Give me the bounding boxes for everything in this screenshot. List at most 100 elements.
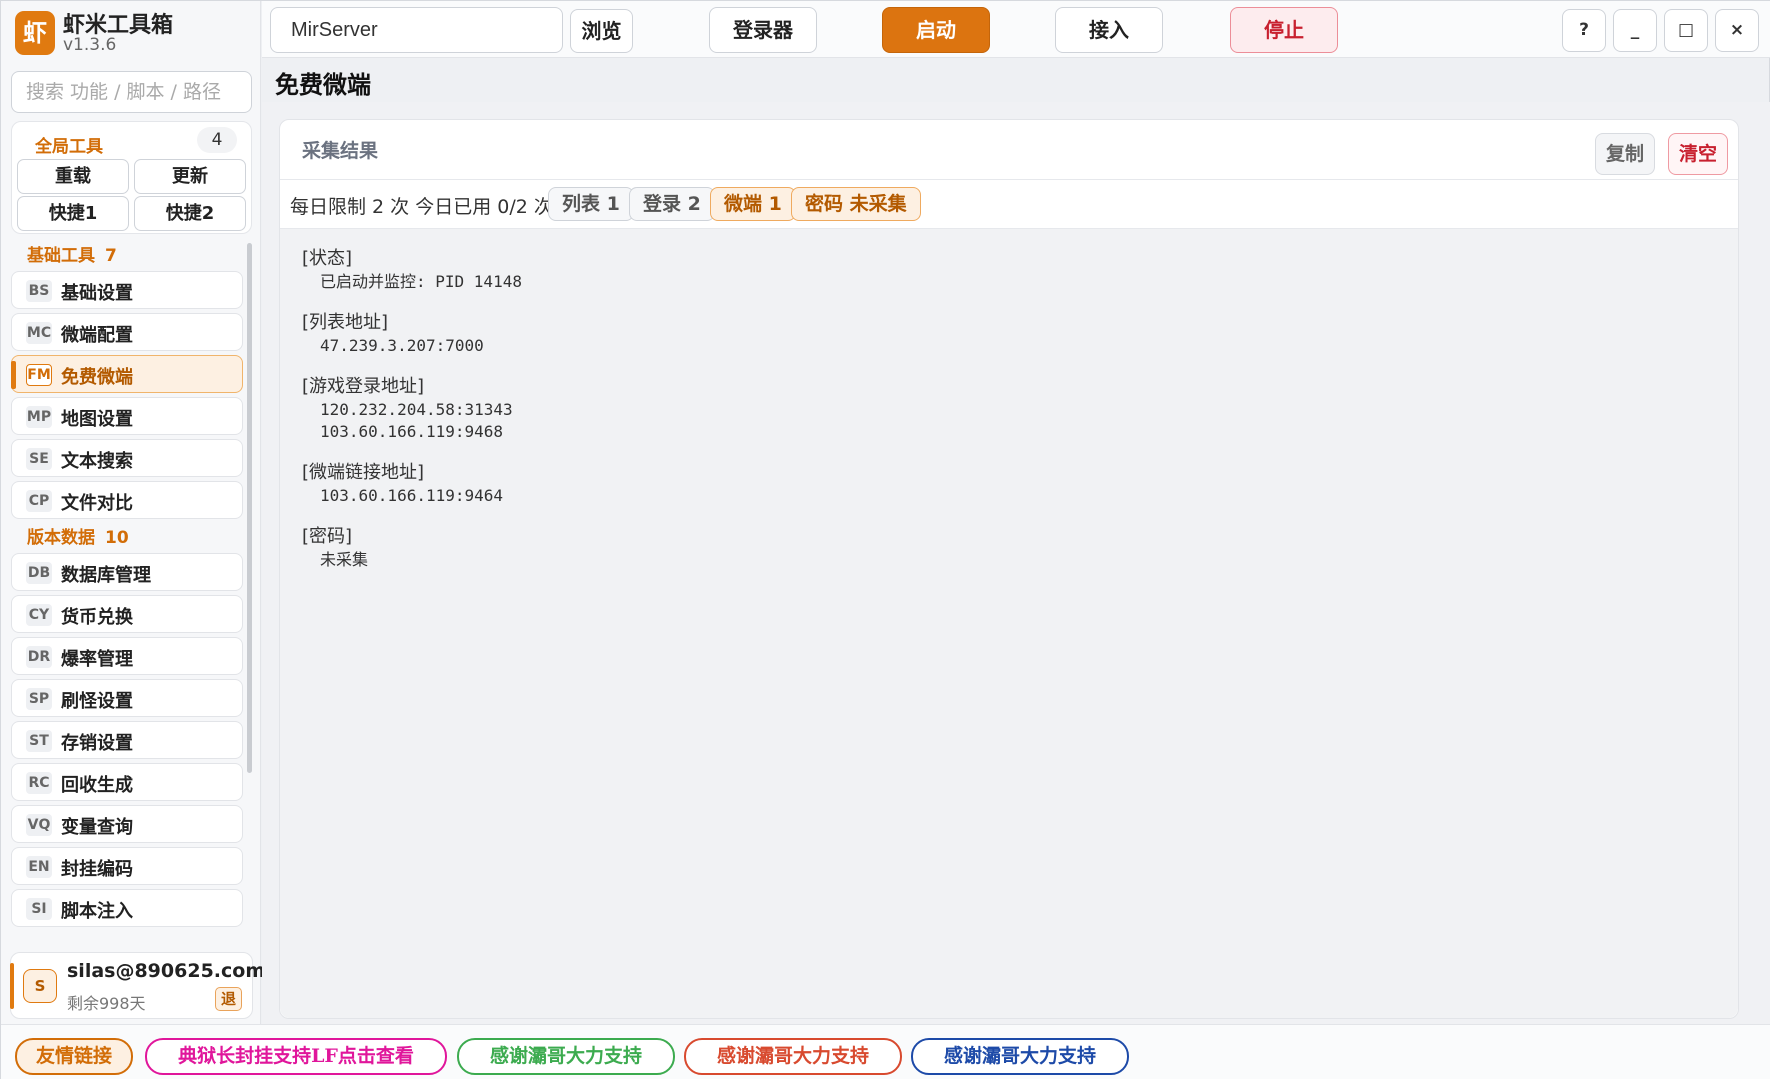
app-version: v1.3.6: [63, 35, 117, 55]
shortcut1-button[interactable]: 快捷1: [17, 196, 129, 231]
help-icon[interactable]: ?: [1562, 9, 1606, 52]
sidebar-item-bs[interactable]: BS 基础设置: [11, 271, 243, 309]
result-line: 未采集: [320, 550, 369, 569]
app-logo-icon: 虾: [15, 11, 55, 55]
footer-link-1[interactable]: 典狱长封挂支持LF点击查看: [145, 1038, 447, 1075]
sidebar-item-sp[interactable]: SP 刷怪设置: [11, 679, 243, 717]
brand: 虾 虾米工具箱 v1.3.6: [15, 9, 255, 59]
nav-item-label: 微端配置: [61, 325, 133, 346]
user-card: S silas@890625.com 剩余998天 退: [10, 952, 265, 1019]
search-input[interactable]: [11, 71, 252, 113]
server-path-input[interactable]: [270, 7, 563, 53]
nav-item-label: 基础设置: [61, 283, 133, 304]
sidebar-item-mc[interactable]: MC 微端配置: [11, 313, 243, 351]
status-chip-login: 登录 2: [629, 187, 715, 221]
sidebar-item-mp[interactable]: MP 地图设置: [11, 397, 243, 435]
page-title: 免费微端: [275, 71, 371, 99]
sidebar-nav[interactable]: 基础工具 7 BS 基础设置 MC 微端配置 FM 免费微端 MP 地图设置 SE 文本搜索 CP 文件对…: [9, 241, 253, 946]
nav-item-code: SP: [26, 688, 52, 710]
shortcut2-button[interactable]: 快捷2: [134, 196, 246, 231]
result-section: [游戏登录地址] 120.232.204.58:31343 103.60.166.1…: [302, 375, 1716, 443]
nav-item-label: 刷怪设置: [61, 691, 133, 712]
nav-item-code: MC: [26, 322, 52, 344]
sidebar-item-se[interactable]: SE 文本搜索: [11, 439, 243, 477]
nav-item-label: 存销设置: [61, 733, 133, 754]
result-panel: 采集结果 复制 清空 每日限制 2 次 今日已用 0/2 次。 列表 1 登录 …: [279, 119, 1739, 1019]
sidebar-item-rc[interactable]: RC 回收生成: [11, 763, 243, 801]
sidebar-scrollbar[interactable]: [247, 243, 252, 773]
friend-links-button[interactable]: 友情链接: [15, 1038, 133, 1075]
result-section-header: [状态]: [302, 248, 353, 269]
footer-link-3[interactable]: 感谢灞哥大力支持: [684, 1038, 902, 1075]
result-section-header: [游戏登录地址]: [302, 376, 425, 397]
nav-item-code: EN: [26, 856, 52, 878]
sidebar-item-en[interactable]: EN 封挂编码: [11, 847, 243, 885]
logout-button[interactable]: 退: [215, 987, 242, 1011]
nav-item-label: 免费微端: [61, 367, 133, 388]
minimize-icon[interactable]: _: [1613, 9, 1657, 52]
result-section-header: [列表地址]: [302, 312, 389, 333]
nav-item-code: VQ: [26, 814, 52, 836]
result-section-header: [微端链接地址]: [302, 462, 425, 483]
nav-item-code: ST: [26, 730, 52, 752]
close-icon[interactable]: ×: [1715, 9, 1759, 52]
global-tools-count: 4: [197, 127, 237, 153]
status-chip-list: 列表 1: [548, 187, 634, 221]
user-days-left: 剩余998天: [67, 994, 146, 1013]
browse-button[interactable]: 浏览: [570, 9, 633, 53]
stop-button[interactable]: 停止: [1230, 7, 1338, 53]
nav-item-code: MP: [26, 406, 52, 428]
sidebar-item-fm[interactable]: FM 免费微端: [11, 355, 243, 393]
nav-section-count: 10: [105, 528, 129, 548]
copy-button[interactable]: 复制: [1595, 133, 1655, 175]
nav-item-label: 变量查询: [61, 817, 133, 838]
sidebar-item-cp[interactable]: CP 文件对比: [11, 481, 243, 519]
panel-title: 采集结果: [302, 140, 379, 162]
footer-bar: 友情链接 典狱长封挂支持LF点击查看 感谢灞哥大力支持 感谢灞哥大力支持 感谢灞…: [1, 1024, 1770, 1079]
result-section-header: [密码]: [302, 526, 353, 547]
nav-item-label: 爆率管理: [61, 649, 133, 670]
sidebar-item-si[interactable]: SI 脚本注入: [11, 889, 243, 927]
result-section: [微端链接地址] 103.60.166.119:9464: [302, 461, 1716, 507]
nav-item-code: CP: [26, 490, 52, 512]
footer-link-2[interactable]: 感谢灞哥大力支持: [457, 1038, 675, 1075]
sidebar-item-st[interactable]: ST 存销设置: [11, 721, 243, 759]
nav-item-code: DR: [26, 646, 52, 668]
sidebar-item-db[interactable]: DB 数据库管理: [11, 553, 243, 591]
reload-button[interactable]: 重载: [17, 159, 129, 194]
nav-section-header: 版本数据 10: [9, 523, 253, 553]
nav-item-label: 货币兑换: [61, 607, 133, 628]
sidebar-item-vq[interactable]: VQ 变量查询: [11, 805, 243, 843]
sidebar: 虾 虾米工具箱 v1.3.6 全局工具 4 重载 更新 快捷1 快捷2 基础工具…: [1, 1, 265, 1024]
app-window: 虾 虾米工具箱 v1.3.6 全局工具 4 重载 更新 快捷1 快捷2 基础工具…: [0, 0, 1770, 1079]
start-button[interactable]: 启动: [882, 7, 990, 53]
footer-link-4[interactable]: 感谢灞哥大力支持: [911, 1038, 1129, 1075]
user-email: silas@890625.com: [67, 960, 266, 982]
nav-item-code: DB: [26, 562, 52, 584]
result-line: 103.60.166.119:9468: [320, 422, 504, 441]
nav-section-title: 版本数据: [27, 528, 95, 548]
global-tools-title: 全局工具: [35, 137, 103, 157]
sidebar-item-cy[interactable]: CY 货币兑换: [11, 595, 243, 633]
result-line: 已启动并监控: PID 14148: [320, 272, 522, 291]
nav-item-code: BS: [26, 280, 52, 302]
clear-button[interactable]: 清空: [1668, 133, 1728, 175]
nav-item-code: CY: [26, 604, 52, 626]
launcher-button[interactable]: 登录器: [709, 7, 817, 53]
nav-item-label: 文件对比: [61, 493, 133, 514]
nav-item-code: SE: [26, 448, 52, 470]
sidebar-item-dr[interactable]: DR 爆率管理: [11, 637, 243, 675]
nav-item-label: 数据库管理: [61, 565, 151, 586]
result-section: [状态] 已启动并监控: PID 14148: [302, 247, 1716, 293]
result-section: [列表地址] 47.239.3.207:7000: [302, 311, 1716, 357]
nav-item-code: FM: [26, 364, 52, 386]
nav-item-label: 脚本注入: [61, 901, 133, 922]
connect-button[interactable]: 接入: [1055, 7, 1163, 53]
result-output[interactable]: [状态] 已启动并监控: PID 14148 [列表地址] 47.239.3.207:…: [280, 228, 1738, 1018]
nav-section-header: 基础工具 7: [9, 241, 253, 271]
nav-item-code: RC: [26, 772, 52, 794]
update-button[interactable]: 更新: [134, 159, 246, 194]
maximize-icon[interactable]: □: [1664, 9, 1708, 52]
avatar: S: [23, 969, 57, 1003]
nav-item-label: 地图设置: [61, 409, 133, 430]
